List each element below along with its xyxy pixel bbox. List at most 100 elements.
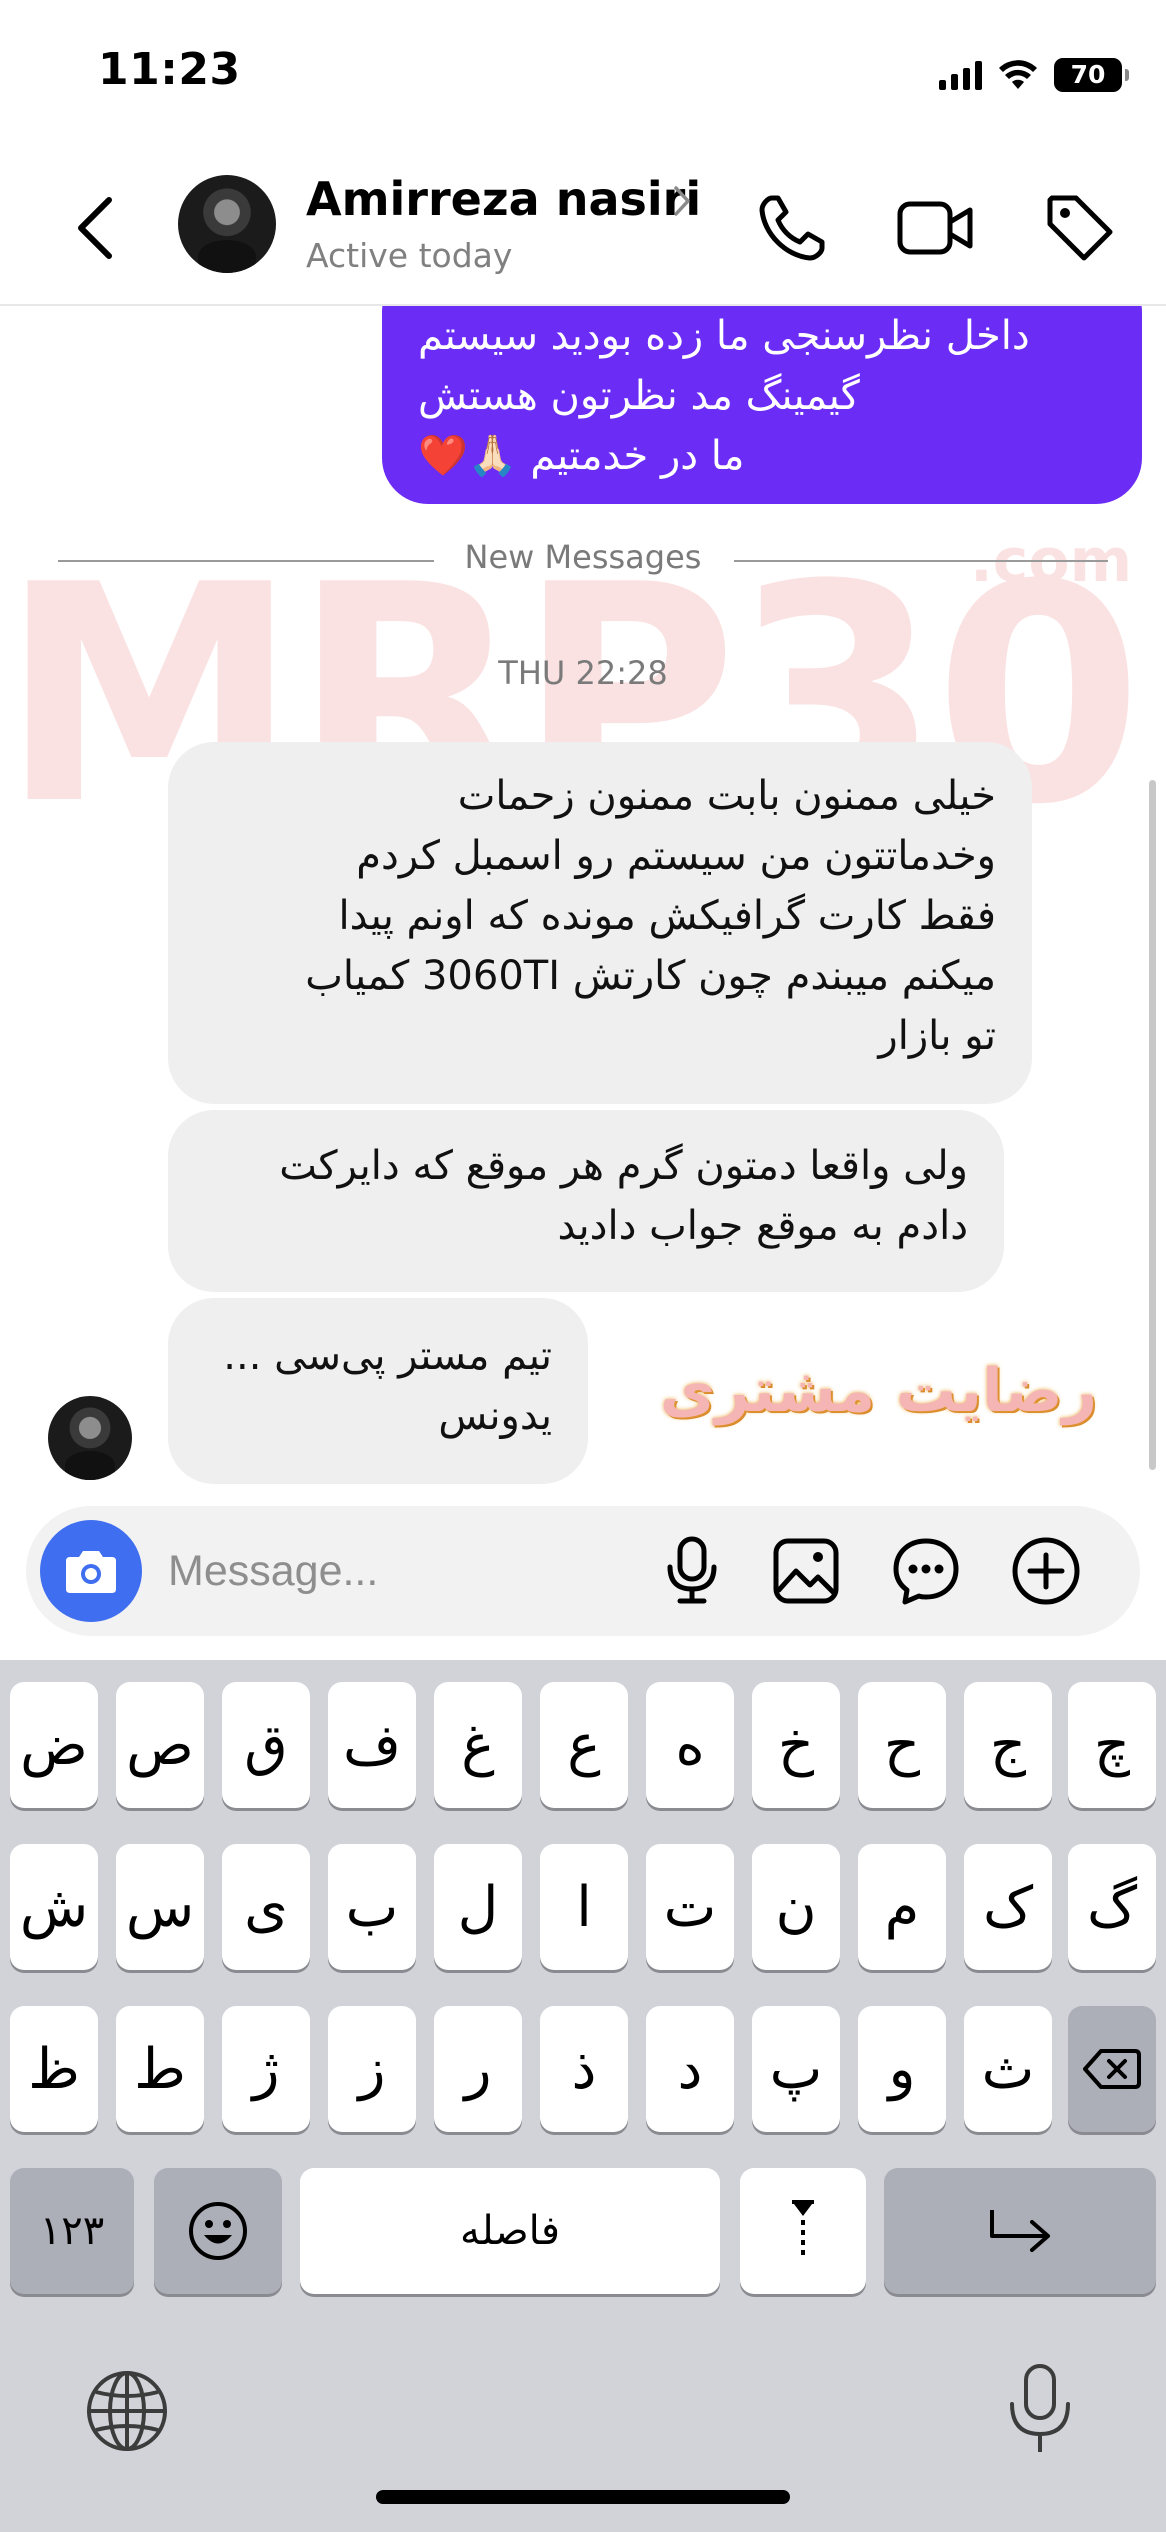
message-line: یدونس — [438, 1393, 552, 1439]
home-indicator[interactable] — [376, 2490, 790, 2504]
dictation-mic-icon[interactable] — [1000, 2360, 1080, 2460]
new-messages-label: New Messages — [464, 538, 702, 576]
key[interactable]: د — [646, 2006, 734, 2132]
key[interactable]: و — [858, 2006, 946, 2132]
image-icon — [773, 1538, 839, 1604]
cellular-signal-icon — [939, 60, 982, 90]
chat-header: Amirreza nasiri Active today — [0, 150, 1166, 306]
key[interactable]: ض — [10, 1682, 98, 1808]
key[interactable]: ح — [858, 1682, 946, 1808]
label-button[interactable] — [1038, 186, 1122, 270]
wifi-icon — [999, 60, 1037, 89]
key[interactable]: ه — [646, 1682, 734, 1808]
chevron-right-icon — [674, 186, 690, 216]
message-line: داخل نظرسنجی ما زده بودید سیستم — [418, 313, 1030, 359]
phone-icon — [759, 195, 825, 261]
sticker-chat-icon — [893, 1538, 959, 1605]
message-line: دادم به موقع جواب دادید — [557, 1203, 968, 1249]
message-line: تیم مستر پی‌سی ... — [223, 1333, 552, 1379]
incoming-message[interactable]: ولی واقعا دمتون گرم هر موقع که دایرکت دا… — [168, 1110, 1004, 1292]
key[interactable]: ک — [964, 1844, 1052, 1970]
key[interactable]: ف — [328, 1682, 416, 1808]
key[interactable]: ب — [328, 1844, 416, 1970]
key[interactable]: غ — [434, 1682, 522, 1808]
back-button[interactable] — [60, 190, 130, 266]
contact-avatar[interactable] — [178, 175, 276, 273]
message-line: فقط کارت گرافیکش مونده که اونم پیدا — [338, 893, 996, 939]
customer-satisfaction-sticker: رضایت مشتری — [660, 1356, 1097, 1426]
status-indicators: 70 — [939, 52, 1129, 98]
key[interactable]: گ — [1068, 1844, 1156, 1970]
key[interactable]: ز — [328, 2006, 416, 2132]
video-camera-icon — [897, 201, 973, 255]
plus-icon — [1012, 1537, 1080, 1605]
contact-activity-status: Active today — [306, 236, 513, 275]
numbers-key[interactable]: ۱۲۳ — [10, 2168, 134, 2294]
message-line: گیمینگ مد نظرتون هستش — [418, 373, 860, 419]
key[interactable]: س — [116, 1844, 204, 1970]
new-messages-divider: New Messages — [58, 538, 1108, 578]
key[interactable]: ی — [222, 1844, 310, 1970]
globe-icon[interactable] — [84, 2368, 170, 2454]
key[interactable]: ت — [646, 1844, 734, 1970]
gallery-button[interactable] — [766, 1531, 846, 1611]
message-line: میکنم میبندم چون کارتش 3060TI کمیاب — [305, 953, 996, 999]
return-icon — [990, 2210, 1050, 2252]
message-line: تو بازار — [878, 1013, 996, 1059]
key[interactable]: ث — [964, 2006, 1052, 2132]
return-key[interactable] — [884, 2168, 1156, 2294]
message-line: وخدماتتون من سیستم رو اسمبل کردم — [356, 833, 996, 879]
key[interactable]: ن — [752, 1844, 840, 1970]
delete-icon — [1083, 2049, 1141, 2089]
key[interactable]: م — [858, 1844, 946, 1970]
zwnj-key[interactable] — [740, 2168, 866, 2294]
message-line: ولی واقعا دمتون گرم هر موقع که دایرکت — [279, 1143, 968, 1189]
space-key[interactable]: فاصله — [300, 2168, 720, 2294]
key[interactable]: ع — [540, 1682, 628, 1808]
video-call-button[interactable] — [894, 186, 978, 270]
back-arrow-icon — [78, 197, 112, 259]
tag-icon — [1047, 195, 1113, 261]
zwnj-icon — [792, 2200, 814, 2256]
contact-name[interactable]: Amirreza nasiri — [306, 172, 701, 226]
key[interactable]: ا — [540, 1844, 628, 1970]
sender-avatar[interactable] — [48, 1396, 132, 1480]
incoming-message[interactable]: خیلی ممنون بابت ممنون زحمات وخدماتتون من… — [168, 742, 1032, 1104]
key[interactable]: ق — [222, 1682, 310, 1808]
persian-keyboard: ض ص ق ف غ ع ه خ ح ج چ ش س ی ب ل ا ت ن م … — [0, 1660, 1166, 2532]
message-composer — [26, 1506, 1140, 1636]
status-bar: 11:23 70 — [0, 0, 1166, 150]
status-time: 11:23 — [98, 44, 241, 95]
voice-call-button[interactable] — [750, 186, 834, 270]
key[interactable]: ظ — [10, 2006, 98, 2132]
outgoing-message[interactable]: داخل نظرسنجی ما زده بودید سیستم گیمینگ م… — [382, 306, 1142, 504]
key[interactable]: ذ — [540, 2006, 628, 2132]
scrollbar[interactable] — [1149, 780, 1156, 1470]
message-line: خیلی ممنون بابت ممنون زحمات — [457, 773, 996, 819]
message-timestamp: THU 22:28 — [498, 654, 668, 692]
voice-message-button[interactable] — [652, 1531, 732, 1611]
key[interactable]: ل — [434, 1844, 522, 1970]
key[interactable]: پ — [752, 2006, 840, 2132]
delete-key[interactable] — [1068, 2006, 1156, 2132]
camera-icon — [66, 1551, 116, 1593]
key[interactable]: ص — [116, 1682, 204, 1808]
key[interactable]: ج — [964, 1682, 1052, 1808]
key[interactable]: ش — [10, 1844, 98, 1970]
key[interactable]: خ — [752, 1682, 840, 1808]
key[interactable]: ر — [434, 2006, 522, 2132]
microphone-icon — [667, 1536, 717, 1604]
battery-indicator: 70 — [1054, 58, 1129, 92]
key[interactable]: ژ — [222, 2006, 310, 2132]
key[interactable]: ط — [116, 2006, 204, 2132]
message-thread[interactable]: MRP30 .com داخل نظرسنجی ما زده بودید سیس… — [0, 306, 1166, 1506]
key[interactable]: چ — [1068, 1682, 1156, 1808]
message-line: ما در خدمتیم 🙏🏻❤️ — [418, 433, 745, 479]
emoji-icon — [189, 2202, 247, 2260]
camera-button[interactable] — [40, 1520, 142, 1622]
more-options-button[interactable] — [1006, 1531, 1086, 1611]
sticker-button[interactable] — [886, 1531, 966, 1611]
emoji-key[interactable] — [154, 2168, 282, 2294]
incoming-message[interactable]: تیم مستر پی‌سی ... یدونس — [168, 1298, 588, 1484]
message-input[interactable] — [168, 1536, 648, 1606]
